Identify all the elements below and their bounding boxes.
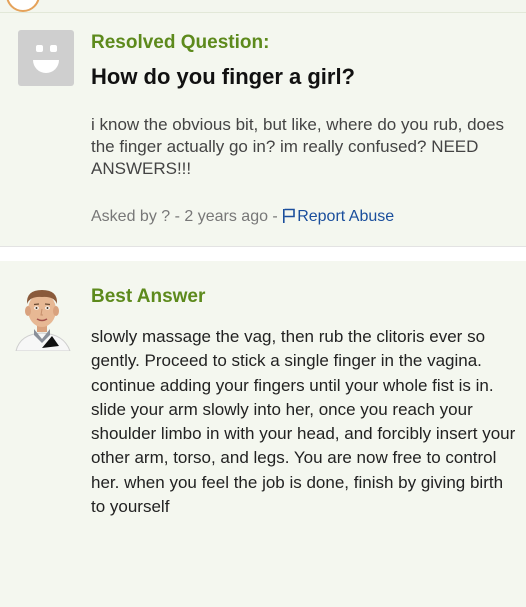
answer-section: Best Answer slowly massage the vag, then… xyxy=(0,261,526,607)
default-smiley-avatar-icon[interactable] xyxy=(18,30,74,86)
flag-icon[interactable] xyxy=(282,208,296,228)
best-answer-label: Best Answer xyxy=(91,286,206,307)
avatar-eye-left xyxy=(36,45,43,52)
asked-by-text: Asked by ? - 2 years ago - xyxy=(91,208,283,225)
top-strip xyxy=(0,0,526,13)
avatar-eye-right xyxy=(50,45,57,52)
avatar-mouth xyxy=(33,60,59,73)
question-title: How do you finger a girl? xyxy=(91,64,355,89)
user-avatar-icon[interactable] xyxy=(12,279,74,352)
question-body: i know the obvious bit, but like, where … xyxy=(91,115,504,178)
question-status-label: Resolved Question: xyxy=(91,32,270,53)
question-section: Resolved Question: How do you finger a g… xyxy=(0,13,526,246)
question-meta: Asked by ? - 2 years ago - Report Abuse xyxy=(91,208,394,228)
answer-body: slowly massage the vag, then rub the cli… xyxy=(91,327,516,517)
section-divider xyxy=(0,246,526,261)
report-abuse-link[interactable]: Report Abuse xyxy=(297,208,394,225)
qa-page: Resolved Question: How do you finger a g… xyxy=(0,0,526,607)
